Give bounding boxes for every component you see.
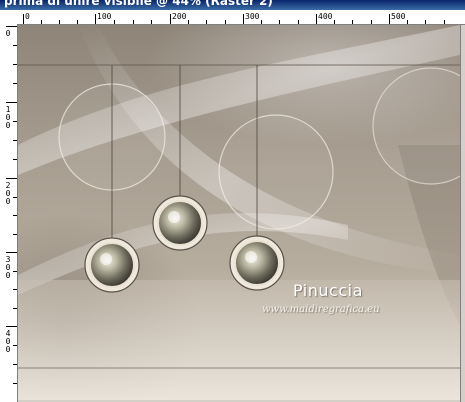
- ruler-minor-tick: [298, 20, 299, 24]
- ruler-minor-tick: [13, 215, 17, 216]
- ruler-tick: [6, 326, 17, 327]
- ruler-label: 0: [25, 12, 30, 21]
- floor-band: [18, 280, 460, 400]
- window-title: prima di unire visibile @ 44% (Raster 2): [4, 0, 273, 8]
- ruler-minor-tick: [13, 83, 17, 84]
- ruler-label: 500: [391, 12, 406, 21]
- ruler-minor-tick: [59, 20, 60, 24]
- decor-circle: [218, 114, 334, 230]
- ruler-tick: [316, 14, 317, 24]
- ruler-minor-tick: [13, 364, 17, 365]
- ruler-minor-tick: [425, 20, 426, 24]
- ruler-label: 200: [5, 181, 11, 206]
- ruler-minor-tick: [151, 20, 152, 24]
- ruler-minor-tick: [334, 20, 335, 24]
- ornament: [84, 237, 140, 293]
- ruler-tick: [170, 14, 171, 24]
- ruler-minor-tick: [41, 20, 42, 24]
- ruler-minor-tick: [13, 308, 17, 309]
- vertical-scrollbar[interactable]: [460, 25, 465, 402]
- ruler-minor-tick: [13, 159, 17, 160]
- ruler-label: 100: [97, 12, 112, 21]
- ruler-minor-tick: [13, 121, 17, 122]
- ruler-label: 200: [172, 12, 187, 21]
- ruler-minor-tick: [13, 271, 17, 272]
- ruler-minor-tick: [206, 20, 207, 24]
- ruler-tick: [243, 14, 244, 24]
- ruler-minor-tick: [133, 20, 134, 24]
- watermark-name: Pinuccia: [293, 281, 363, 300]
- vertical-ruler[interactable]: 0 100 200 300 400: [0, 24, 18, 402]
- ruler-label: 300: [5, 255, 11, 280]
- ruler-tick: [6, 178, 17, 179]
- ruler-label: 400: [5, 329, 11, 354]
- ruler-tick: [389, 14, 390, 24]
- ruler-minor-tick: [13, 45, 17, 46]
- ruler-label: 400: [318, 12, 333, 21]
- ruler-minor-tick: [371, 20, 372, 24]
- ruler-minor-tick: [13, 345, 17, 346]
- ruler-minor-tick: [13, 383, 17, 384]
- ruler-minor-tick: [13, 64, 17, 65]
- horizontal-ruler[interactable]: 0 100 200 300 400 500: [0, 10, 465, 25]
- ruler-minor-tick: [77, 20, 78, 24]
- ruler-minor-tick: [188, 20, 189, 24]
- artwork: [18, 25, 460, 400]
- ruler-minor-tick: [13, 197, 17, 198]
- ruler-tick: [6, 252, 17, 253]
- ruler-minor-tick: [279, 20, 280, 24]
- ruler-minor-tick: [407, 20, 408, 24]
- ruler-label: 100: [5, 105, 11, 130]
- ornament: [229, 235, 285, 291]
- ruler-minor-tick: [444, 20, 445, 24]
- ruler-label: 0: [5, 29, 11, 38]
- image-canvas[interactable]: Pinuccia www.maidiregrafica.eu: [18, 25, 460, 400]
- ruler-minor-tick: [13, 289, 17, 290]
- ruler-tick: [95, 14, 96, 24]
- ruler-minor-tick: [13, 234, 17, 235]
- decor-circle: [372, 67, 460, 185]
- window-titlebar[interactable]: prima di unire visibile @ 44% (Raster 2): [0, 0, 465, 10]
- ruler-tick: [6, 102, 17, 103]
- ruler-minor-tick: [261, 20, 262, 24]
- ruler-minor-tick: [13, 140, 17, 141]
- ruler-label: 300: [245, 12, 260, 21]
- ruler-tick: [6, 26, 17, 27]
- ruler-minor-tick: [225, 20, 226, 24]
- ornament: [152, 195, 208, 251]
- watermark-url: www.maidiregrafica.eu: [262, 304, 380, 315]
- ruler-tick: [23, 14, 24, 24]
- ruler-minor-tick: [114, 20, 115, 24]
- ruler-minor-tick: [352, 20, 353, 24]
